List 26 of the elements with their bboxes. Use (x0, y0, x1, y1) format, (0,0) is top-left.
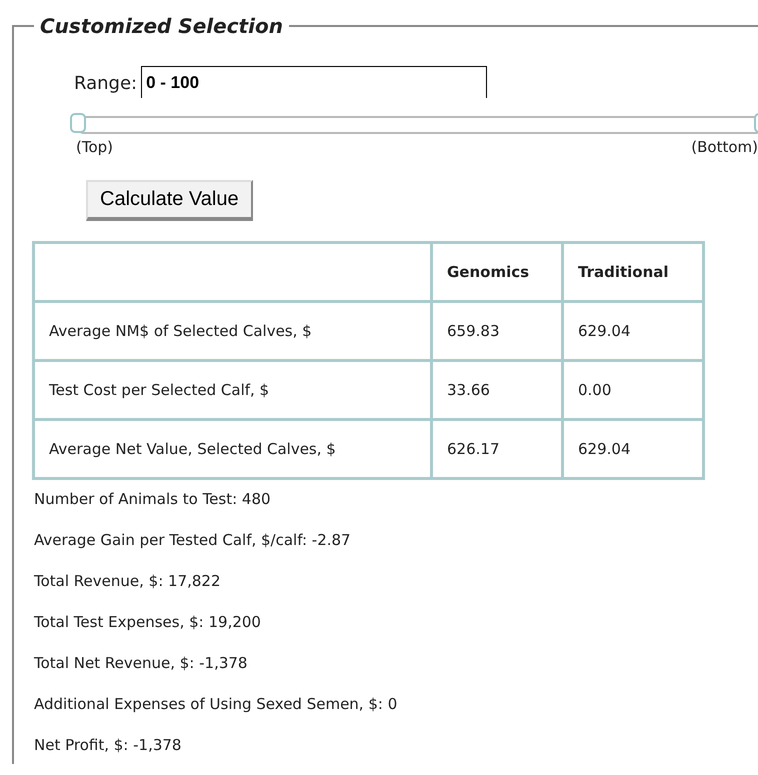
result-line: Number of Animals to Test: 480 (34, 490, 272, 508)
range-field[interactable]: 0 - 100 (141, 66, 488, 98)
slider-handle[interactable] (70, 113, 86, 133)
panel-title: Customized Selection (39, 16, 284, 36)
table-cell: 0.00 (562, 360, 704, 420)
result-line: Net Profit, $: -1,378 (34, 736, 182, 754)
table-cell: 629.04 (562, 302, 704, 360)
slider-label: (Bottom) (691, 138, 758, 156)
table-cell: 659.83 (432, 302, 562, 360)
table-cell: 33.66 (432, 360, 562, 420)
table-cell: Average Net Value, Selected Calves, $ (34, 420, 432, 478)
result-line: Total Revenue, $: 17,822 (34, 572, 222, 590)
slider-label: (Top) (76, 138, 114, 156)
result-line: Total Test Expenses, $: 19,200 (34, 613, 262, 631)
result-line: Total Net Revenue, $: -1,378 (34, 654, 248, 672)
table-cell: Average NM$ of Selected Calves, $ (34, 302, 432, 360)
column-header: Traditional (562, 242, 704, 302)
table-cell: 626.17 (432, 420, 562, 478)
table-cell: Test Cost per Selected Calf, $ (34, 360, 432, 420)
table-cell: 629.04 (562, 420, 704, 478)
range-slider[interactable] (68, 113, 758, 137)
range-label: Range: (74, 73, 138, 94)
calculate-button[interactable]: Calculate Value (86, 180, 253, 221)
result-line: Additional Expenses of Using Sexed Semen, $: 0 (34, 695, 398, 713)
result-line: Average Gain per Tested Calf, $/calf: -2.87 (34, 531, 352, 549)
column-header: Genomics (432, 242, 562, 302)
